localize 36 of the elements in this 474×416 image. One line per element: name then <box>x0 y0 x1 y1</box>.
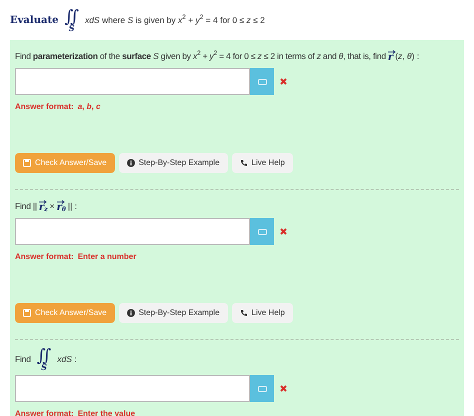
info-icon <box>126 159 135 167</box>
keyboard-icon <box>258 78 266 84</box>
answer-field[interactable] <box>15 68 250 95</box>
answer-field[interactable] <box>15 375 250 402</box>
math-expression: xdS : <box>57 353 77 366</box>
help-button[interactable]: Live Help <box>232 153 293 173</box>
info-icon <box>126 309 135 317</box>
evaluate-label: Evaluate <box>10 14 58 28</box>
example-button[interactable]: Step-By-Step Example <box>118 303 228 323</box>
answer-format-value: a, b, c <box>78 101 100 113</box>
math-expression: × <box>50 200 55 212</box>
save-icon <box>23 309 31 317</box>
keyboard-button[interactable] <box>250 375 274 402</box>
math-expression: (z, θ) : <box>395 50 420 62</box>
answer-format-label: Answer format: <box>15 408 74 416</box>
keyboard-button[interactable] <box>250 218 274 245</box>
keyboard-icon <box>258 386 266 392</box>
integral-sign: ∬ S <box>36 348 52 371</box>
question-text: Find || <box>15 200 37 212</box>
help-button[interactable]: Live Help <box>232 303 293 323</box>
answer-format-value: Enter the value <box>78 408 136 416</box>
question-text: Find <box>15 353 31 366</box>
keyboard-button[interactable] <box>250 68 274 95</box>
save-icon <box>23 159 31 167</box>
example-button[interactable]: Step-By-Step Example <box>118 153 228 173</box>
answer-field[interactable] <box>15 218 250 245</box>
answer-format-label: Answer format: <box>15 251 74 263</box>
math-expression: xdS where S is given by x$^{2}$ + y$^{2}$ = 4 for 0 ≤ z ≤ 2 <box>84 14 265 26</box>
answer-format-value: Enter a number <box>78 251 136 263</box>
keyboard-icon <box>258 228 266 234</box>
math-expression: || : <box>68 200 78 212</box>
integral-sign: ∬ S <box>64 8 79 32</box>
answer-format-label: Answer format: <box>15 101 74 113</box>
phone-icon <box>240 159 248 167</box>
question-text: Find parameterization of the surface S given by x$^{2}$ + y$^{2}$ = 4 for 0 ≤ z ≤ 2 in terms of z and θ, that is, find <box>15 50 386 62</box>
phone-icon <box>240 309 248 317</box>
